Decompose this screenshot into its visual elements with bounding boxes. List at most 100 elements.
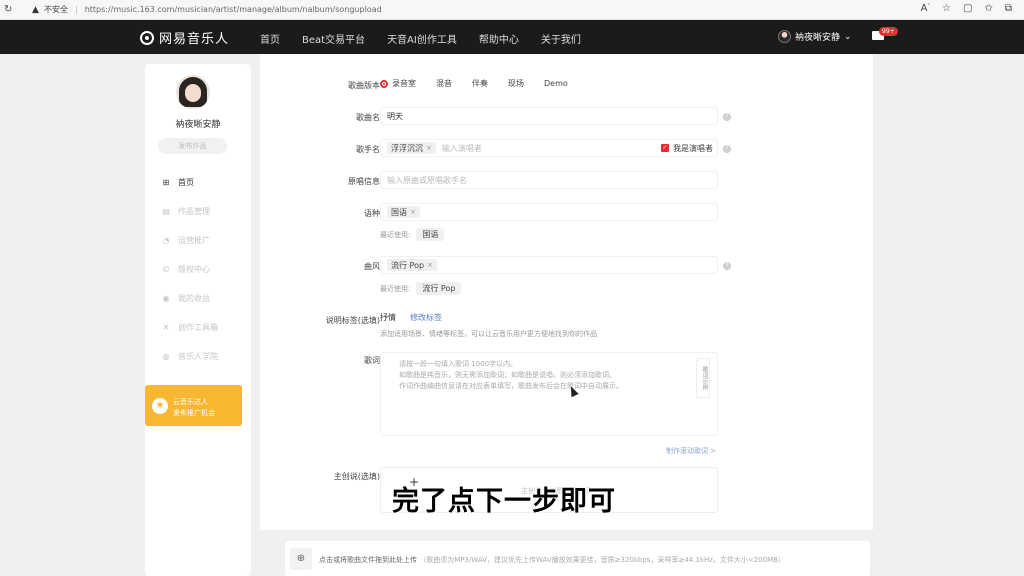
genre-recent: 最近使用: 流行 Pop: [380, 282, 462, 295]
favorites-icon[interactable]: ✩: [984, 3, 992, 14]
profile-avatar[interactable]: [176, 75, 210, 109]
remove-tag-icon[interactable]: ×: [427, 261, 433, 269]
megaphone-icon: ◔: [162, 236, 170, 245]
sidebar-item-toolbox[interactable]: ✕ 创作工具箱: [160, 313, 218, 342]
sidebar: 衲夜晰安静 发布作品 ⊞ 首页 ▤ 作品管理 ◔ 运营推广 © 版权中心 ◉ 我…: [145, 64, 251, 576]
remove-tag-icon[interactable]: ×: [426, 144, 432, 152]
tools-icon: ✕: [162, 323, 170, 332]
version-option-live[interactable]: 现场: [508, 78, 524, 89]
singer-input[interactable]: 浮浮沉沉 × 输入演唱者 ✓ 我是演唱者: [380, 139, 718, 157]
nav-link-home[interactable]: 首页: [260, 31, 280, 46]
sidebar-item-label: 运营推广: [178, 236, 210, 245]
sidebar-item-promotion[interactable]: ◔ 运营推广: [160, 226, 218, 255]
copyright-icon: ©: [162, 265, 170, 274]
sidebar-item-label: 我的收益: [178, 294, 210, 303]
sidebar-item-copyright[interactable]: © 版权中心: [160, 255, 218, 284]
grid-icon: ⊞: [162, 178, 170, 187]
genre-recent-chip[interactable]: 流行 Pop: [416, 282, 462, 295]
sidebar-item-label: 作品管理: [178, 207, 210, 216]
read-aloud-icon[interactable]: Aᐝ: [921, 3, 930, 14]
nav-link-help[interactable]: 帮助中心: [479, 31, 519, 46]
profile-name: 衲夜晰安静: [175, 120, 221, 130]
publish-button[interactable]: 发布作品: [158, 138, 227, 154]
location-icon: ◍: [162, 352, 170, 361]
promo-title: 云音乐达人: [173, 398, 208, 406]
header-username: 衲夜晰安静: [795, 33, 841, 43]
star-icon: ★: [152, 398, 168, 414]
sidebar-item-label: 音乐人学院: [178, 352, 218, 361]
collections-icon[interactable]: ⧉: [1005, 3, 1012, 14]
nav-link-beat[interactable]: Beat交易平台: [302, 31, 365, 46]
split-screen-icon[interactable]: ▢: [963, 3, 972, 14]
sidebar-item-academy[interactable]: ◍ 音乐人学院: [160, 342, 219, 371]
original-label: 原唱信息: [348, 177, 380, 186]
mail-button[interactable]: 99+: [872, 27, 898, 40]
reload-icon[interactable]: ↻: [4, 4, 14, 15]
edit-tags-link[interactable]: 修改标签: [410, 312, 442, 323]
genre-input[interactable]: 流行 Pop ×: [380, 256, 718, 274]
address-bar[interactable]: https://music.163.com/musician/artist/ma…: [85, 5, 382, 14]
chevron-down-icon: ⌄: [844, 31, 852, 42]
user-menu[interactable]: 衲夜晰安静 ⌄: [778, 30, 852, 43]
avatar: [778, 30, 791, 43]
upload-text: 点击或将歌曲文件拖到此处上传 （歌曲须为MP3/WAV，建议优先上传WAV播放效…: [319, 555, 785, 565]
version-option-studio[interactable]: 录音室: [380, 78, 416, 89]
song-name-value: 明天: [387, 111, 403, 121]
nav-link-ai-tools[interactable]: 天音AI创作工具: [387, 31, 457, 46]
logo[interactable]: 网易音乐人: [140, 28, 229, 47]
video-caption: 完了点下一步即可: [392, 486, 616, 517]
sidebar-item-works[interactable]: ▤ 作品管理: [160, 197, 218, 226]
help-icon[interactable]: ?: [723, 145, 731, 153]
singer-label: 歌手名: [356, 145, 380, 154]
sidebar-item-label: 版权中心: [178, 265, 210, 274]
file-upload-area[interactable]: ⊕ 点击或将歌曲文件拖到此处上传 （歌曲须为MP3/WAV，建议优先上传WAV播…: [285, 541, 870, 576]
lyrics-textarea[interactable]: 请按一段一句填入歌词 1000字以内。 如歌曲是纯音乐，则无需添加歌词；如歌曲是…: [380, 352, 718, 436]
version-label: 歌曲版本: [348, 81, 380, 90]
lyrics-placeholder-line: 请按一段一句填入歌词 1000字以内。: [399, 360, 518, 368]
logo-text: 网易音乐人: [159, 32, 230, 47]
address-separator: |: [75, 5, 78, 14]
lyrics-example-button[interactable]: 歌词示例: [696, 358, 710, 398]
song-upload-form: 歌曲版本 录音室 混音 伴奏 现场 Demo 歌曲名 明天 ? 歌手名 浮浮沉沉…: [260, 54, 873, 530]
mail-badge: 99+: [879, 27, 898, 36]
genre-label: 曲风: [364, 262, 380, 271]
language-recent: 最近使用: 国语: [380, 228, 445, 241]
sidebar-menu: ⊞ 首页 ▤ 作品管理 ◔ 运营推广 © 版权中心 ◉ 我的收益 ✕ 创作工具箱…: [160, 168, 218, 371]
singer-placeholder: 输入演唱者: [441, 143, 482, 153]
doc-icon: ▤: [162, 207, 170, 216]
language-recent-chip[interactable]: 国语: [416, 228, 445, 241]
upload-requirements: （歌曲须为MP3/WAV，建议优先上传WAV播放效果更佳，音质≥320kbps，…: [419, 556, 785, 564]
warning-icon[interactable]: ▲: [32, 5, 42, 15]
sidebar-item-earnings[interactable]: ◉ 我的收益: [160, 284, 218, 313]
version-option-demo[interactable]: Demo: [544, 79, 568, 88]
version-option-instrumental[interactable]: 伴奏: [472, 78, 488, 89]
favorite-icon[interactable]: ☆: [942, 3, 951, 14]
lyrics-placeholder-line: 如歌曲是纯音乐，则无需添加歌词；如歌曲是说唱，则必须添加歌词。: [399, 371, 616, 379]
help-icon[interactable]: ?: [723, 113, 731, 121]
remove-tag-icon[interactable]: ×: [410, 208, 416, 216]
desc-tags: 抒情 修改标签: [380, 312, 442, 323]
browser-bar: ↻ ▲ 不安全 | https://music.163.com/musician…: [0, 0, 1024, 20]
sidebar-item-label: 创作工具箱: [178, 323, 218, 332]
song-name-input[interactable]: 明天: [380, 107, 718, 125]
song-name-label: 歌曲名: [356, 113, 380, 122]
desc-label: 说明标签(选填): [325, 316, 380, 325]
language-input[interactable]: 国语 ×: [380, 203, 718, 221]
original-input[interactable]: 输入原曲或原唱歌手名: [380, 171, 718, 189]
version-option-remix[interactable]: 混音: [436, 78, 452, 89]
insecure-label: 不安全: [44, 5, 68, 14]
language-label: 语种: [364, 209, 380, 218]
sidebar-item-label: 首页: [178, 178, 194, 187]
desc-tag: 抒情: [380, 313, 396, 322]
nav-link-about[interactable]: 关于我们: [541, 31, 581, 46]
i-am-singer-checkbox[interactable]: ✓ 我是演唱者: [661, 143, 713, 154]
site-header: 网易音乐人 首页 Beat交易平台 天音AI创作工具 帮助中心 关于我们 衲夜晰…: [0, 20, 1024, 54]
scrolling-lyrics-link[interactable]: 制作滚动歌词 >: [666, 446, 716, 456]
lyrics-label: 歌词: [364, 356, 380, 365]
desc-hint: 添加适用场景、情绪等标签，可以让云音乐用户更方便地找到你的作品: [380, 330, 597, 338]
creator-note-label: 主创说(选填): [333, 472, 380, 481]
nav-links: 首页 Beat交易平台 天音AI创作工具 帮助中心 关于我们: [260, 31, 603, 46]
help-icon[interactable]: ?: [723, 262, 731, 270]
sidebar-item-home[interactable]: ⊞ 首页: [160, 168, 218, 197]
promo-banner[interactable]: ★ 云音乐达人 发布推广机会: [145, 385, 242, 426]
